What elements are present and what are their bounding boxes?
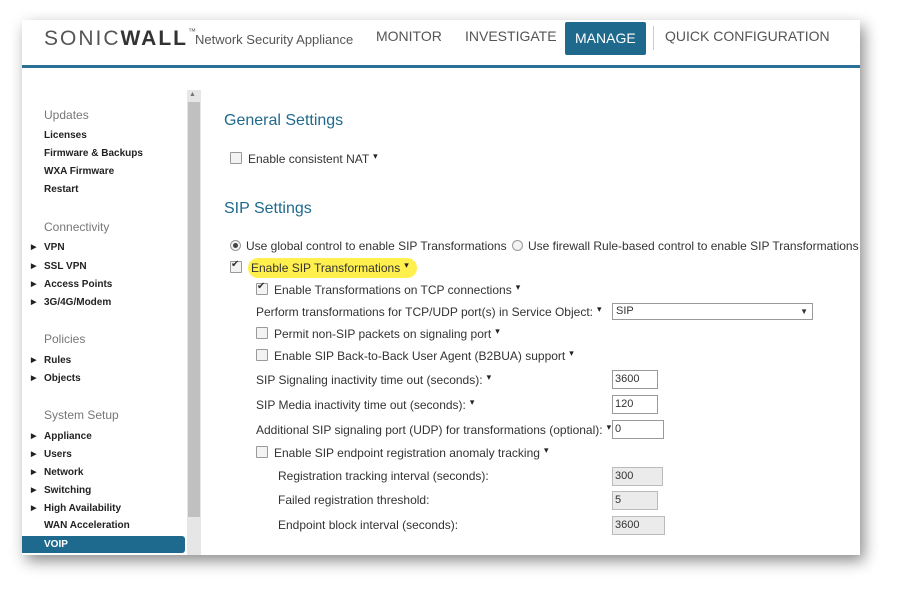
block-interval-input[interactable]: 3600: [612, 516, 665, 535]
permit-non-sip-label: Permit non-SIP packets on signaling port: [274, 327, 492, 341]
tooltip-icon[interactable]: ▾: [404, 260, 409, 270]
sidebar-item-firmware-backups[interactable]: Firmware & Backups: [44, 148, 143, 159]
sidebar-scrollbar[interactable]: ▲: [187, 90, 201, 555]
sidebar-item-users[interactable]: Users: [31, 449, 72, 460]
sidebar-item-voip[interactable]: VOIP: [22, 536, 185, 553]
sidebar-scroll-thumb[interactable]: [188, 102, 200, 517]
tooltip-icon[interactable]: ▾: [373, 151, 378, 161]
signaling-timeout-input[interactable]: 3600: [612, 370, 658, 389]
reg-interval-label: Registration tracking interval (seconds)…: [278, 469, 489, 483]
additional-port-input[interactable]: 0: [612, 420, 664, 439]
tooltip-icon[interactable]: ▾: [544, 445, 549, 455]
b2bua-label: Enable SIP Back-to-Back User Agent (B2BU…: [274, 349, 566, 363]
radio-rule-label: Use firewall Rule-based control to enabl…: [528, 239, 859, 253]
sidebar-group-connectivity: Connectivity: [44, 220, 110, 234]
main-content: General Settings Enable consistent NAT ▾ …: [202, 68, 860, 555]
radio-rule-control[interactable]: [512, 240, 523, 251]
nav-quick-configuration[interactable]: QUICK CONFIGURATION: [665, 20, 830, 53]
sidebar-item-access-points[interactable]: Access Points: [31, 279, 112, 290]
permit-non-sip-checkbox[interactable]: [256, 327, 268, 339]
additional-port-label: Additional SIP signaling port (UDP) for …: [256, 423, 603, 437]
radio-rule-row: Use firewall Rule-based control to enabl…: [512, 239, 859, 253]
app-window: SONICWALL™ Network Security Appliance MO…: [22, 20, 860, 555]
sidebar-item-wan-acceleration[interactable]: WAN Acceleration: [44, 520, 130, 531]
radio-global-control[interactable]: [230, 240, 241, 251]
additional-port-row: Additional SIP signaling port (UDP) for …: [256, 422, 611, 437]
sidebar-item-network[interactable]: Network: [31, 467, 84, 478]
perform-transformations-label: Perform transformations for TCP/UDP port…: [256, 305, 593, 319]
tooltip-icon[interactable]: ▾: [487, 372, 492, 382]
radio-global-label: Use global control to enable SIP Transfo…: [246, 239, 507, 253]
chevron-down-icon: ▼: [800, 307, 808, 316]
permit-non-sip-row: Permit non-SIP packets on signaling port…: [256, 326, 500, 341]
tooltip-icon[interactable]: ▾: [597, 304, 602, 314]
anomaly-tracking-checkbox[interactable]: [256, 446, 268, 458]
media-timeout-input[interactable]: 120: [612, 395, 658, 414]
radio-global-row: Use global control to enable SIP Transfo…: [230, 239, 507, 253]
enable-sip-label: Enable SIP Transformations: [251, 261, 401, 275]
sidebar-group-policies: Policies: [44, 332, 86, 346]
enable-sip-checkbox[interactable]: [230, 259, 242, 273]
nav-manage[interactable]: MANAGE: [565, 22, 646, 55]
sidebar: Updates Licenses Firmware & Backups WXA …: [22, 68, 187, 555]
consistent-nat-checkbox[interactable]: [230, 152, 242, 164]
signaling-timeout-label: SIP Signaling inactivity time out (secon…: [256, 373, 483, 387]
tooltip-icon[interactable]: ▾: [569, 348, 574, 358]
sidebar-item-ssl-vpn[interactable]: SSL VPN: [31, 261, 86, 272]
sidebar-item-switching[interactable]: Switching: [31, 485, 91, 496]
signaling-timeout-row: SIP Signaling inactivity time out (secon…: [256, 372, 491, 387]
sidebar-item-restart[interactable]: Restart: [44, 184, 78, 195]
perform-transformations-row: Perform transformations for TCP/UDP port…: [256, 304, 602, 319]
failed-threshold-input[interactable]: 5: [612, 491, 658, 510]
sidebar-item-3g-4g-modem[interactable]: 3G/4G/Modem: [31, 297, 111, 308]
product-tagline: Network Security Appliance: [195, 32, 354, 47]
service-object-value: SIP: [616, 305, 634, 317]
sidebar-group-updates: Updates: [44, 108, 89, 122]
reg-interval-input[interactable]: 300: [612, 467, 663, 486]
sidebar-group-system-setup: System Setup: [44, 408, 119, 422]
media-timeout-row: SIP Media inactivity time out (seconds):…: [256, 397, 474, 412]
sidebar-item-appliance[interactable]: Appliance: [31, 431, 92, 442]
sip-settings-heading: SIP Settings: [224, 200, 312, 217]
consistent-nat-label: Enable consistent NAT: [248, 152, 370, 166]
tooltip-icon[interactable]: ▾: [470, 397, 475, 407]
sidebar-item-objects[interactable]: Objects: [31, 373, 81, 384]
enable-tcp-row: Enable Transformations on TCP connection…: [256, 281, 521, 297]
tooltip-icon[interactable]: ▾: [607, 422, 612, 432]
nav-investigate[interactable]: INVESTIGATE: [465, 20, 557, 53]
general-settings-heading: General Settings: [224, 112, 344, 129]
enable-sip-row: Enable SIP Transformations▾: [230, 258, 417, 278]
b2bua-checkbox[interactable]: [256, 349, 268, 361]
failed-threshold-label: Failed registration threshold:: [278, 493, 430, 507]
block-interval-label: Endpoint block interval (seconds):: [278, 518, 459, 532]
b2bua-row: Enable SIP Back-to-Back User Agent (B2BU…: [256, 348, 574, 363]
anomaly-tracking-row: Enable SIP endpoint registration anomaly…: [256, 445, 548, 460]
tooltip-icon[interactable]: ▾: [516, 282, 521, 292]
enable-sip-label-highlighted: Enable SIP Transformations ▾: [248, 258, 417, 278]
tooltip-icon[interactable]: ▾: [495, 326, 500, 336]
service-object-select[interactable]: SIP ▼: [612, 303, 813, 320]
sidebar-item-vpn[interactable]: VPN: [31, 242, 64, 253]
top-header: SONICWALL™ Network Security Appliance MO…: [22, 20, 860, 68]
sidebar-item-high-availability[interactable]: High Availability: [31, 503, 121, 514]
enable-tcp-checkbox[interactable]: [256, 281, 268, 295]
enable-tcp-label: Enable Transformations on TCP connection…: [274, 283, 512, 297]
sidebar-item-licenses[interactable]: Licenses: [44, 130, 87, 141]
scroll-up-icon[interactable]: ▲: [189, 91, 196, 98]
nav-divider: [653, 26, 654, 50]
anomaly-tracking-label: Enable SIP endpoint registration anomaly…: [274, 446, 540, 460]
sidebar-item-wxa-firmware[interactable]: WXA Firmware: [44, 166, 114, 177]
sonicwall-logo: SONICWALL™: [44, 27, 196, 50]
sidebar-item-rules[interactable]: Rules: [31, 355, 71, 366]
consistent-nat-row: Enable consistent NAT ▾: [230, 151, 378, 166]
media-timeout-label: SIP Media inactivity time out (seconds):: [256, 398, 466, 412]
nav-monitor[interactable]: MONITOR: [376, 20, 442, 53]
